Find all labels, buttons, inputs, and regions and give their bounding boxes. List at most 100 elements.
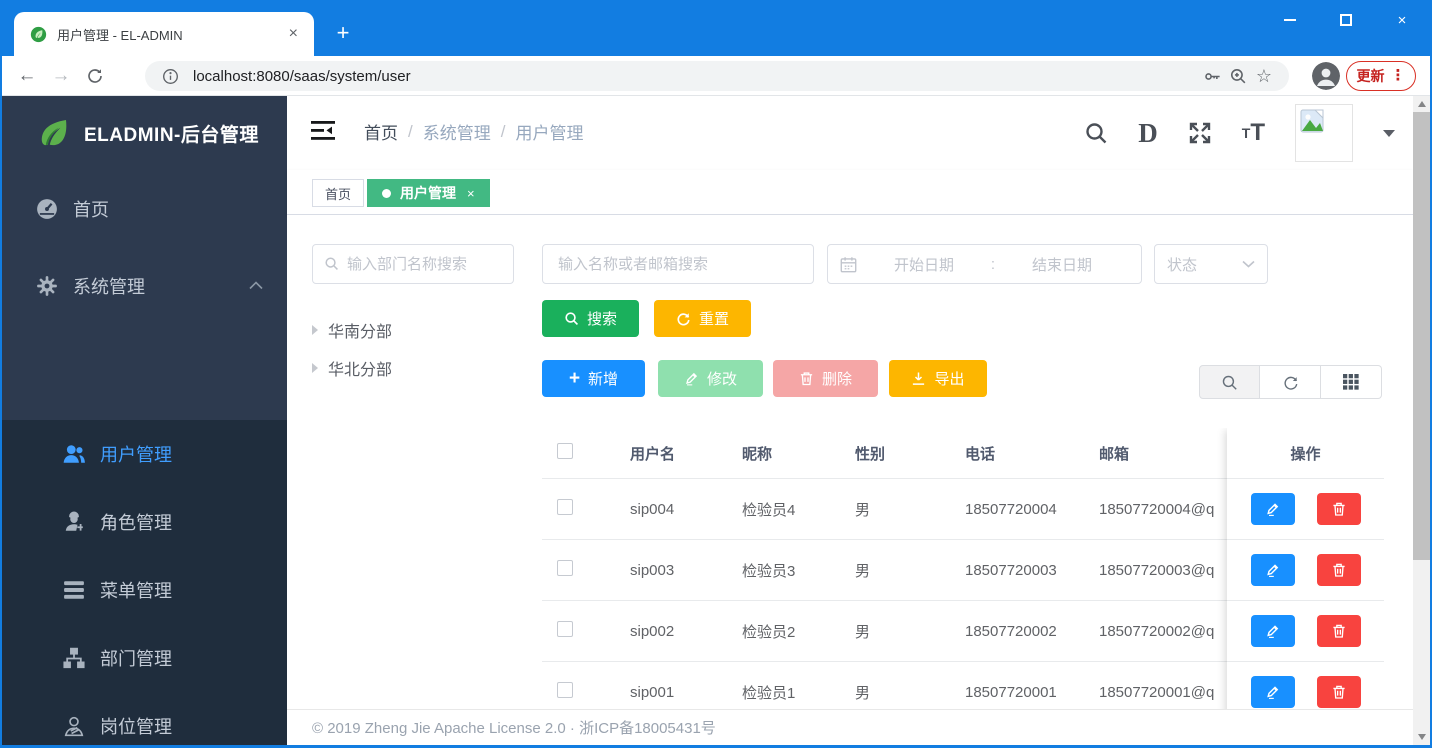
bookmark-star-icon[interactable]: ☆	[1251, 63, 1277, 89]
sidebar: ELADMIN-后台管理 首页 系统管理 用户管理 角色管理 菜单管理 部门管理…	[2, 96, 287, 745]
tab-title: 用户管理 - EL-ADMIN	[57, 27, 183, 43]
refresh-icon	[677, 313, 690, 326]
operation-column: 操作	[1227, 428, 1384, 745]
date-start-placeholder[interactable]: 开始日期	[857, 254, 991, 275]
avatar[interactable]	[1295, 104, 1353, 162]
row-delete-button[interactable]	[1316, 676, 1361, 708]
dept-search-input[interactable]	[312, 244, 514, 284]
password-key-icon[interactable]	[1199, 63, 1225, 89]
edit-button[interactable]: 修改	[658, 360, 763, 397]
row-checkbox[interactable]	[557, 499, 573, 515]
reload-icon[interactable]	[78, 59, 112, 93]
operation-cell	[1227, 478, 1384, 539]
tree-node-label[interactable]: 华北分部	[328, 356, 392, 380]
header-actions: D TT	[1084, 96, 1395, 170]
row-checkbox[interactable]	[557, 621, 573, 637]
sidebar-submenu: 用户管理 角色管理 菜单管理 部门管理 岗位管理	[2, 420, 287, 745]
chevron-down-icon[interactable]	[1383, 129, 1395, 137]
tree-node-label[interactable]: 华南分部	[328, 318, 392, 342]
tag-user-mgmt[interactable]: 用户管理 ×	[367, 179, 490, 207]
date-end-placeholder[interactable]: 结束日期	[995, 254, 1129, 275]
sidebar-item-role-mgmt[interactable]: 角色管理	[2, 488, 287, 556]
sidebar-item-label: 菜单管理	[100, 581, 172, 601]
new-tab-button[interactable]: +	[328, 18, 358, 48]
chrome-update-button[interactable]: 更新 ⋮	[1346, 61, 1416, 91]
sidebar-item-label: 系统管理	[73, 276, 145, 297]
export-button[interactable]: 导出	[889, 360, 987, 397]
column-settings-button[interactable]	[1321, 365, 1382, 399]
url-bar[interactable]: localhost:8080/saas/system/user ☆	[145, 61, 1289, 91]
sidebar-item-dept-mgmt[interactable]: 部门管理	[2, 624, 287, 692]
tree-caret-icon[interactable]	[312, 325, 318, 335]
scroll-up-arrow[interactable]	[1413, 96, 1430, 112]
plus-icon: +	[568, 368, 581, 389]
scrollbar-thumb[interactable]	[1413, 112, 1430, 560]
font-size-icon[interactable]: TT	[1242, 119, 1265, 147]
search-icon[interactable]	[1084, 121, 1108, 145]
chrome-avatar-icon[interactable]	[1312, 62, 1340, 90]
browser-tab[interactable]: 用户管理 - EL-ADMIN ×	[14, 12, 314, 56]
sidebar-item-home[interactable]: 首页	[2, 170, 287, 247]
menu-list-icon	[62, 580, 86, 600]
add-button-label: 新增	[588, 371, 619, 388]
tree-node-north[interactable]: 华北分部	[312, 351, 392, 385]
search-button[interactable]: 搜索	[542, 300, 639, 337]
forward-icon[interactable]: →	[44, 59, 78, 93]
window-controls: ×	[1262, 0, 1430, 40]
browser-window: 用户管理 - EL-ADMIN × + × ← → localhost:8080…	[0, 0, 1432, 748]
row-checkbox[interactable]	[557, 560, 573, 576]
reset-button[interactable]: 重置	[654, 300, 751, 337]
status-select[interactable]: 状态	[1154, 244, 1268, 284]
toggle-search-button[interactable]	[1199, 365, 1260, 399]
site-info-icon[interactable]	[157, 63, 183, 89]
back-icon[interactable]: ←	[10, 59, 44, 93]
delete-button[interactable]: 删除	[773, 360, 878, 397]
row-edit-button[interactable]	[1250, 615, 1295, 647]
select-all-checkbox[interactable]	[557, 443, 573, 459]
docs-icon[interactable]: D	[1138, 118, 1158, 149]
minimize-button[interactable]	[1262, 0, 1318, 40]
close-button[interactable]: ×	[1374, 0, 1430, 40]
tag-home[interactable]: 首页	[312, 179, 365, 207]
tree-caret-icon[interactable]	[312, 363, 318, 373]
grid-icon	[1343, 374, 1359, 390]
add-button[interactable]: + 新增	[542, 360, 645, 397]
zoom-icon[interactable]	[1225, 63, 1251, 89]
app-logo[interactable]: ELADMIN-后台管理	[2, 96, 287, 170]
cell-phone: 18507720003	[965, 561, 1057, 579]
cell-gender: 男	[855, 684, 871, 702]
breadcrumb-home[interactable]: 首页	[364, 119, 398, 144]
tree-node-south[interactable]: 华南分部	[312, 313, 392, 347]
row-edit-button[interactable]	[1250, 493, 1295, 525]
row-delete-button[interactable]	[1316, 554, 1361, 586]
cell-nickname: 检验员1	[742, 684, 796, 702]
chrome-menu-icon[interactable]: ⋮	[1391, 68, 1406, 83]
status-placeholder: 状态	[1167, 256, 1198, 274]
sidebar-item-system[interactable]: 系统管理	[2, 247, 287, 324]
fullscreen-icon[interactable]	[1188, 121, 1212, 145]
sidebar-item-label: 部门管理	[100, 649, 172, 669]
tag-close-icon[interactable]: ×	[467, 186, 475, 201]
row-delete-button[interactable]	[1316, 493, 1361, 525]
sidebar-item-post-mgmt[interactable]: 岗位管理	[2, 692, 287, 745]
name-email-search-input[interactable]	[542, 244, 814, 284]
vertical-scrollbar[interactable]	[1413, 96, 1430, 745]
trash-icon	[1332, 685, 1345, 699]
refresh-table-button[interactable]	[1260, 365, 1321, 399]
maximize-button[interactable]	[1318, 0, 1374, 40]
sidebar-item-menu-mgmt[interactable]: 菜单管理	[2, 556, 287, 624]
download-icon	[913, 372, 925, 385]
reset-button-label: 重置	[698, 311, 729, 328]
row-checkbox[interactable]	[557, 682, 573, 698]
date-range-picker[interactable]: 开始日期 : 结束日期	[827, 244, 1142, 284]
col-operation: 操作	[1290, 445, 1321, 463]
tab-close-icon[interactable]: ×	[283, 25, 304, 43]
row-delete-button[interactable]	[1316, 615, 1361, 647]
row-edit-button[interactable]	[1250, 554, 1295, 586]
url-text[interactable]: localhost:8080/saas/system/user	[193, 68, 1199, 85]
sidebar-collapse-icon[interactable]	[311, 121, 335, 145]
row-edit-button[interactable]	[1250, 676, 1295, 708]
sidebar-item-user-mgmt[interactable]: 用户管理	[2, 420, 287, 488]
scroll-down-arrow[interactable]	[1413, 729, 1430, 745]
tag-dot	[382, 188, 391, 198]
